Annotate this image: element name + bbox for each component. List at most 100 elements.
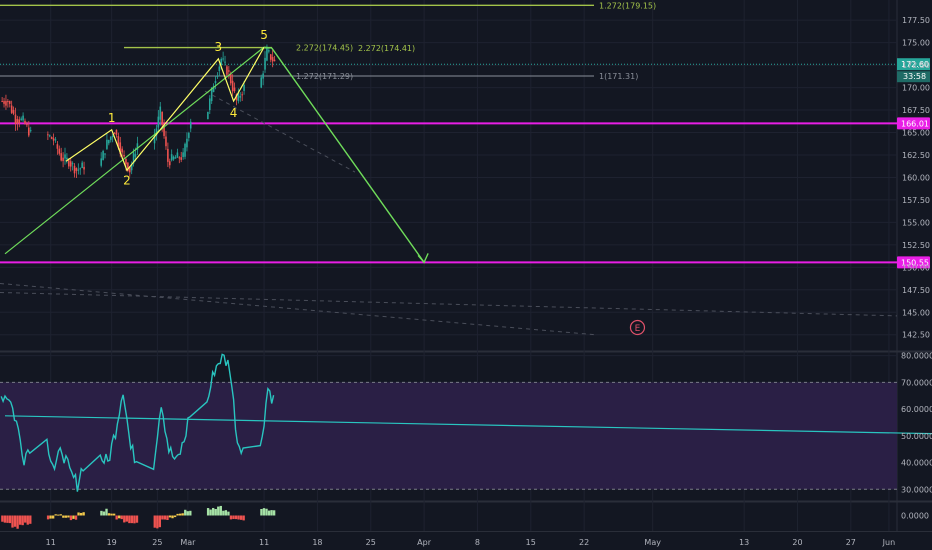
candle-body[interactable] — [102, 150, 104, 161]
candle-body[interactable] — [178, 157, 181, 159]
candle-body[interactable] — [71, 163, 74, 165]
histogram-bar[interactable] — [237, 515, 240, 520]
candle-body[interactable] — [229, 74, 232, 84]
histogram-bar[interactable] — [1, 515, 4, 522]
histogram-bar[interactable] — [49, 515, 52, 519]
histogram-bar[interactable] — [77, 512, 80, 516]
histogram-bar[interactable] — [234, 515, 238, 520]
histogram-bar[interactable] — [133, 515, 136, 524]
histogram-bar[interactable] — [69, 515, 73, 521]
candle-body[interactable] — [69, 161, 72, 167]
candle-body[interactable] — [24, 120, 26, 124]
candle-body[interactable] — [7, 101, 9, 103]
histogram-bar[interactable] — [123, 515, 126, 523]
candle-body[interactable] — [28, 127, 30, 136]
candle-body[interactable] — [222, 58, 224, 60]
histogram-bar[interactable] — [82, 512, 85, 516]
histogram-bar[interactable] — [186, 511, 189, 516]
candle-body[interactable] — [168, 161, 171, 166]
histogram-bar[interactable] — [135, 515, 139, 523]
candle-body[interactable] — [228, 70, 230, 72]
histogram-bar[interactable] — [26, 515, 29, 525]
candle-body[interactable] — [260, 77, 263, 88]
histogram-bar[interactable] — [74, 515, 78, 520]
candle-body[interactable] — [64, 154, 66, 159]
histogram-bar[interactable] — [153, 515, 156, 528]
histogram-bar[interactable] — [260, 509, 263, 516]
candle-body[interactable] — [16, 119, 19, 124]
histogram-bar[interactable] — [51, 515, 55, 519]
histogram-bar[interactable] — [112, 513, 116, 516]
histogram-bar[interactable] — [212, 507, 215, 516]
candle-body[interactable] — [83, 166, 85, 170]
candle-body[interactable] — [3, 101, 5, 104]
candle-body[interactable] — [123, 154, 125, 157]
histogram-bar[interactable] — [171, 515, 174, 519]
candle-body[interactable] — [75, 168, 78, 171]
candle-body[interactable] — [172, 156, 175, 160]
candle-body[interactable] — [216, 76, 219, 78]
histogram-bar[interactable] — [59, 514, 62, 516]
candle-body[interactable] — [10, 105, 13, 113]
candle-body[interactable] — [14, 114, 17, 124]
candle-body[interactable] — [5, 101, 7, 106]
candle-body[interactable] — [189, 121, 192, 129]
candle-body[interactable] — [29, 130, 32, 132]
trading-chart[interactable]: 166.01 150.55 1.272(179.15) 2.272(174.45) 2.… — [0, 0, 932, 550]
candle-body[interactable] — [208, 98, 211, 111]
histogram-bar[interactable] — [128, 515, 131, 524]
candle-body[interactable] — [161, 111, 163, 125]
candle-body[interactable] — [68, 160, 70, 167]
candle-body[interactable] — [115, 129, 118, 135]
histogram-bar[interactable] — [3, 515, 7, 523]
candle-body[interactable] — [170, 154, 173, 161]
histogram-bar[interactable] — [67, 515, 70, 518]
histogram-bar[interactable] — [130, 515, 134, 524]
histogram-bar[interactable] — [8, 515, 12, 524]
candle-body[interactable] — [157, 116, 160, 128]
candle-body[interactable] — [108, 139, 110, 144]
candle-body[interactable] — [134, 154, 137, 157]
histogram-bar[interactable] — [239, 515, 243, 520]
candle-body[interactable] — [18, 119, 21, 124]
candle-body[interactable] — [207, 111, 209, 120]
histogram-bar[interactable] — [156, 515, 159, 529]
candle-body[interactable] — [48, 135, 51, 137]
histogram-bar[interactable] — [57, 514, 60, 516]
candle-body[interactable] — [109, 136, 112, 140]
histogram-bar[interactable] — [161, 515, 164, 520]
histogram-bar[interactable] — [13, 515, 17, 527]
candle-body[interactable] — [62, 157, 64, 162]
histogram-bar[interactable] — [267, 510, 271, 516]
histogram-bar[interactable] — [242, 515, 245, 521]
candle-body[interactable] — [79, 168, 82, 170]
histogram-bar[interactable] — [206, 508, 210, 516]
candle-body[interactable] — [58, 148, 61, 154]
candle-body[interactable] — [176, 152, 179, 158]
candle-body[interactable] — [54, 139, 57, 141]
histogram-bar[interactable] — [168, 515, 172, 518]
histogram-bar[interactable] — [176, 513, 179, 516]
histogram-bar[interactable] — [29, 515, 32, 524]
histogram-bar[interactable] — [16, 515, 19, 529]
histogram-bar[interactable] — [189, 510, 192, 516]
histogram-bar[interactable] — [222, 510, 225, 516]
histogram-bar[interactable] — [272, 510, 276, 516]
histogram-bar[interactable] — [107, 513, 111, 516]
histogram-bar[interactable] — [11, 515, 14, 528]
histogram-bar[interactable] — [173, 515, 177, 518]
histogram-bar[interactable] — [79, 512, 83, 516]
candle-body[interactable] — [66, 157, 68, 160]
candle-body[interactable] — [1, 101, 3, 103]
candle-body[interactable] — [159, 106, 162, 120]
candle-body[interactable] — [214, 81, 217, 84]
histogram-bar[interactable] — [110, 513, 113, 516]
candle-body[interactable] — [218, 66, 221, 71]
candle-body[interactable] — [81, 162, 83, 169]
histogram-bar[interactable] — [6, 515, 9, 523]
histogram-bar[interactable] — [166, 515, 169, 520]
histogram-bar[interactable] — [217, 506, 220, 516]
candle-body[interactable] — [125, 158, 127, 165]
histogram-bar[interactable] — [229, 515, 233, 520]
candle-body[interactable] — [186, 138, 188, 148]
